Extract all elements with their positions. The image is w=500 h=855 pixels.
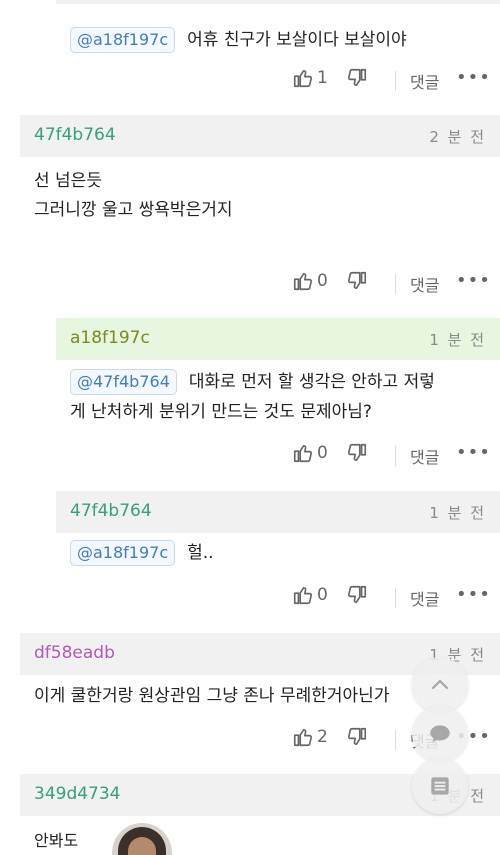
reply-body: @47f4b764 대화로 먼저 할 생각은 안하고 저렇 게 난처하게 분위기 … [70, 368, 490, 427]
thumbs-down-icon [346, 270, 368, 292]
like-button[interactable]: 0 [292, 442, 328, 464]
top-reply-cutoff-header [56, 0, 500, 4]
reply-header: 47f4b764 1 분 전 [56, 491, 500, 533]
top-reply-body: @a18f197c 어휴 친구가 보살이다 보살이야 [70, 26, 407, 55]
more-dots-icon[interactable]: ••• [456, 67, 491, 88]
comment-author[interactable]: 47f4b764 [70, 501, 152, 521]
comment-bubble-icon [427, 721, 453, 747]
divider [395, 730, 396, 750]
divider [395, 71, 396, 91]
dislike-button[interactable] [346, 584, 368, 606]
thumbs-up-icon [292, 726, 314, 748]
comment-body: 선 넘은듯 그러니깡 울고 쌍욕박은거지 [34, 167, 233, 225]
mention-link[interactable]: @47f4b764 [70, 369, 177, 395]
thumbs-down-icon [346, 442, 368, 464]
thumbs-up-icon [292, 67, 314, 89]
comment-text: 어휴 친구가 보살이다 보살이야 [187, 30, 407, 50]
dislike-button[interactable] [346, 270, 368, 292]
thumbs-up-icon [292, 442, 314, 464]
like-button[interactable]: 0 [292, 584, 328, 606]
dislike-button[interactable] [346, 726, 368, 748]
comment-actions: 0 댓글 ••• [0, 270, 500, 300]
mention-link[interactable]: @a18f197c [70, 27, 176, 53]
reply-actions: 0 댓글 ••• [0, 584, 500, 614]
comment-author[interactable]: 47f4b764 [34, 125, 116, 145]
comment-body: 이게 쿨한거랑 원상관임 그냥 존나 무례한거아닌가 [34, 682, 389, 711]
like-button[interactable]: 0 [292, 270, 328, 292]
comment-header: 47f4b764 2 분 전 [20, 115, 500, 157]
more-dots-icon[interactable]: ••• [456, 584, 491, 605]
comment-text-line: 선 넘은듯 [34, 171, 102, 191]
top-reply-actions: 1 댓글 ••• [0, 67, 500, 97]
thumbs-up-icon [292, 270, 314, 292]
comment-text: 헐.. [187, 543, 214, 563]
thumbs-down-icon [346, 67, 368, 89]
comment-body: 안봐도 [34, 826, 78, 855]
chevron-up-icon [428, 673, 452, 697]
like-button[interactable]: 2 [292, 726, 328, 748]
thumbs-up-icon [292, 584, 314, 606]
reply-body: @a18f197c 헐.. [70, 539, 214, 568]
like-count: 1 [317, 68, 328, 88]
list-view-button[interactable] [412, 758, 468, 814]
like-button[interactable]: 1 [292, 67, 328, 89]
reply-button[interactable]: 댓글 [410, 586, 439, 610]
dislike-button[interactable] [346, 442, 368, 464]
comment-time: 1 분 전 [429, 504, 486, 522]
reply-header: a18f197c 1 분 전 [56, 318, 500, 360]
comment-text: 안봐도 [34, 831, 79, 850]
like-count: 0 [317, 585, 328, 605]
comment-text: 게 난처하게 분위기 만드는 것도 문제아님? [70, 402, 372, 422]
divider [395, 588, 396, 608]
divider [395, 274, 396, 294]
write-comment-button[interactable] [412, 706, 468, 762]
comment-text: 이게 쿨한거랑 원상관임 그냥 존나 무례한거아닌가 [34, 686, 390, 706]
reply-button[interactable]: 댓글 [410, 444, 439, 468]
like-count: 0 [317, 443, 328, 463]
comment-time: 1 분 전 [429, 331, 486, 349]
list-icon [427, 773, 453, 799]
divider [395, 446, 396, 466]
like-count: 2 [317, 727, 328, 747]
reply-actions: 0 댓글 ••• [0, 442, 500, 472]
reply-button[interactable]: 댓글 [410, 272, 439, 296]
comment-text: 대화로 먼저 할 생각은 안하고 저렇 [188, 372, 435, 392]
more-dots-icon[interactable]: ••• [456, 442, 491, 463]
comment-author[interactable]: a18f197c [70, 328, 150, 348]
dislike-button[interactable] [346, 67, 368, 89]
more-dots-icon[interactable]: ••• [456, 270, 491, 291]
reply-button[interactable]: 댓글 [410, 69, 439, 93]
thumbs-down-icon [346, 584, 368, 606]
comment-text-line: 그러니깡 울고 쌍욕박은거지 [34, 200, 233, 220]
like-count: 0 [317, 271, 328, 291]
thumbs-down-icon [346, 726, 368, 748]
mention-link[interactable]: @a18f197c [70, 540, 176, 566]
comment-time: 2 분 전 [429, 128, 486, 146]
comment-author[interactable]: 349d4734 [34, 784, 121, 804]
scroll-top-button[interactable] [412, 657, 468, 713]
reply-line-1: @47f4b764 대화로 먼저 할 생각은 안하고 저렇 [70, 368, 490, 397]
comment-author[interactable]: df58eadb [34, 643, 115, 663]
embedded-image[interactable] [112, 823, 172, 855]
